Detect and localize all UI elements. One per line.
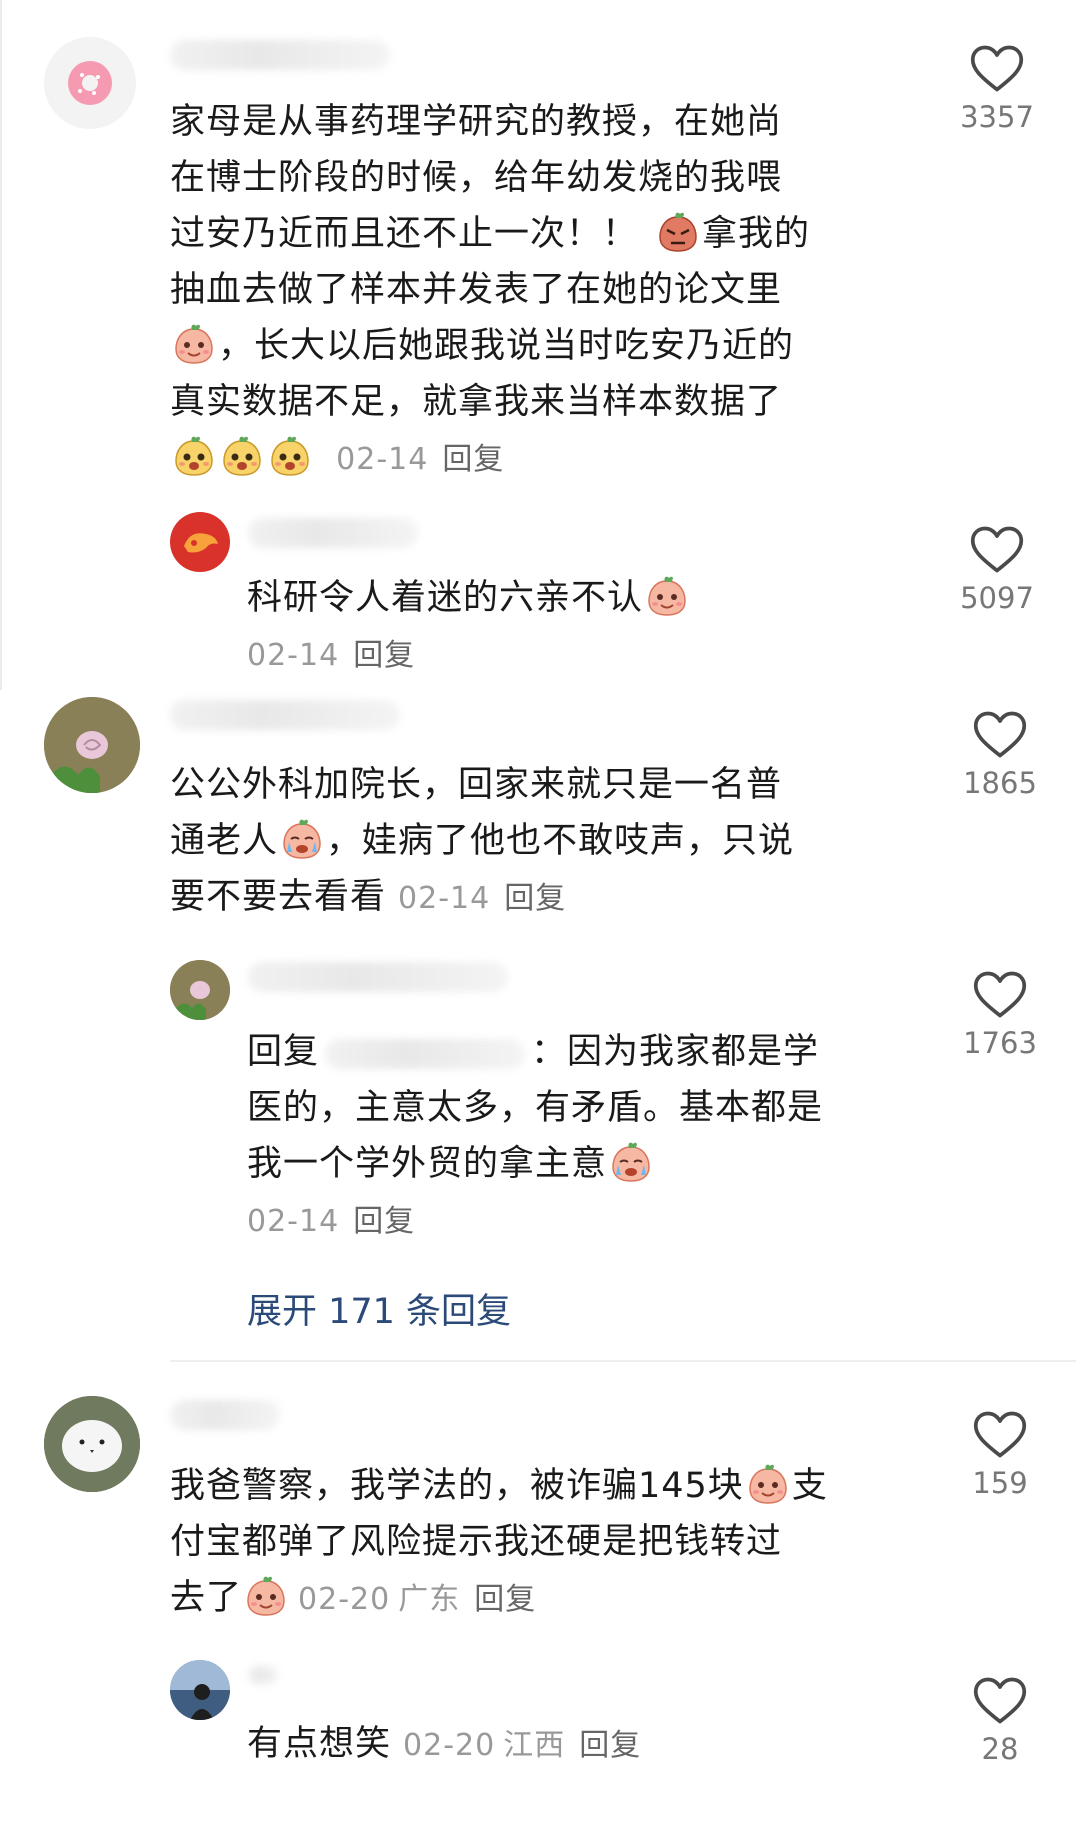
like-button[interactable]: 1763 [940,970,1060,1060]
username-blurred[interactable] [248,962,508,992]
like-count: 3357 [960,100,1034,134]
mentioned-username-blurred[interactable] [325,1039,526,1069]
heart-icon [969,44,1025,94]
think-emoji-icon [645,575,689,617]
like-button[interactable]: 1865 [940,710,1060,800]
smile-emoji-icon [746,1463,790,1505]
red-logo-avatar-icon[interactable] [170,512,230,572]
comment-text: 科研令人着迷的六亲不认 02-14 回复 [247,570,907,684]
comment-text: 有点想笑 02-20 江西 回复 [247,1724,642,1764]
thread-line [0,0,2,690]
angry-emoji-icon [656,211,700,253]
comment-text: 公公外科加院长，回家来就只是一名普 通老人 ，娃病了他也不敢吱声，只说 要不要去看… [170,765,795,917]
username-blurred[interactable] [248,1666,278,1684]
heart-icon [972,710,1028,760]
username-blurred[interactable] [170,1400,280,1430]
snail-avatar-icon[interactable] [44,697,140,793]
cry-emoji-icon [280,818,324,860]
expand-replies-button[interactable]: 展开 171 条回复 [247,1283,511,1334]
reply-button[interactable]: 回复 [442,442,504,477]
comment-date: 02-20 [298,1582,391,1617]
heart-icon [969,525,1025,575]
comment-date: 02-14 [247,638,340,673]
like-count: 1865 [963,766,1037,800]
reply-button[interactable]: 回复 [474,1582,536,1617]
like-count: 5097 [960,581,1034,615]
divider [170,1360,1076,1362]
username-blurred[interactable] [170,700,400,730]
like-count: 159 [972,1466,1028,1500]
smile-emoji-icon [244,1575,288,1617]
like-button[interactable]: 28 [940,1676,1060,1766]
comment-date: 02-14 [247,1204,340,1239]
heart-icon [972,970,1028,1020]
donut-avatar-icon[interactable] [44,37,136,129]
white-bird-avatar-icon[interactable] [44,1396,140,1492]
like-count: 1763 [963,1026,1037,1060]
reply-button[interactable]: 回复 [579,1728,641,1763]
reply-button[interactable]: 回复 [353,1204,415,1239]
comment-location: 江西 [503,1728,566,1763]
laugh-emoji-icon [220,435,264,477]
like-button[interactable]: 5097 [937,525,1057,615]
person-avatar-icon[interactable] [170,1660,230,1720]
like-button[interactable]: 159 [940,1410,1060,1500]
comment-date: 02-14 [336,442,429,477]
comment-text: 我爸警察，我学法的，被诈骗145块支 付宝都弹了风险提示我还硬是把钱转过 去了 0… [170,1458,910,1628]
laugh-emoji-icon [172,435,216,477]
reply-button[interactable]: 回复 [353,638,415,673]
comment-text: 家母是从事药理学研究的教授，在她尚 在博士阶段的时候，给年幼发烧的我喂 过安乃近… [170,102,811,477]
username-blurred[interactable] [248,518,418,548]
comment-location: 广东 [398,1582,461,1617]
comment-date: 02-14 [398,881,491,916]
heart-icon [972,1410,1028,1460]
comment-date: 02-20 [403,1728,496,1763]
cry-emoji-icon [609,1141,653,1183]
username-blurred[interactable] [170,40,390,70]
smile-emoji-icon [172,323,216,365]
reply-button[interactable]: 回复 [504,881,566,916]
heart-icon [972,1676,1028,1726]
like-count: 28 [981,1732,1019,1766]
comment-text: 回复 ：因为我家都是学 医的，主意太多，有矛盾。基本都是 我一个学外贸的拿主意 0… [247,1032,824,1239]
laugh-emoji-icon [268,435,312,477]
snail-avatar-icon[interactable] [170,960,230,1020]
like-button[interactable]: 3357 [937,44,1057,134]
